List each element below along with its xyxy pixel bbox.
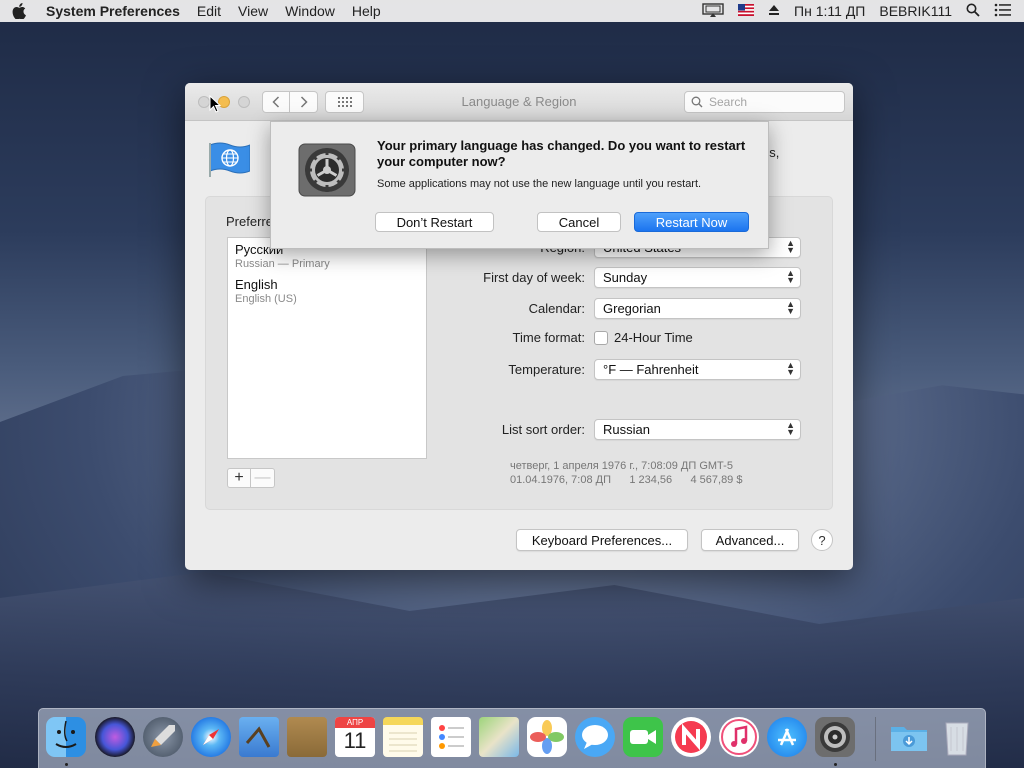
restart-sheet-dialog: Your primary language has changed. Do yo…: [270, 121, 769, 249]
language-region-flag-icon: [208, 141, 251, 177]
list-sort-order-popup[interactable]: Russian ▲ ▼: [594, 419, 801, 440]
us-flag-input-icon[interactable]: [738, 3, 755, 19]
photos-icon[interactable]: [527, 717, 567, 757]
menu-user[interactable]: BEBRIK111: [879, 3, 952, 19]
contacts-icon[interactable]: [287, 717, 327, 757]
calendar-month: АПР: [335, 717, 375, 728]
music-icon[interactable]: [719, 717, 759, 757]
preferred-languages-list[interactable]: Русский Russian — Primary English Englis…: [227, 237, 427, 459]
language-item-english[interactable]: English English (US): [228, 273, 426, 308]
time-format-row: Time format: 24-Hour Time: [443, 330, 693, 345]
keyboard-preferences-button[interactable]: Keyboard Preferences...: [516, 529, 688, 551]
mail-icon[interactable]: [239, 717, 279, 757]
dock: АПР 11: [38, 708, 986, 768]
menu-app-name[interactable]: System Preferences: [46, 3, 180, 19]
facetime-icon[interactable]: [623, 717, 663, 757]
dont-restart-button[interactable]: Don’t Restart: [375, 212, 494, 232]
help-button[interactable]: ?: [811, 529, 833, 551]
safari-icon[interactable]: [191, 717, 231, 757]
menu-clock[interactable]: Пн 1:11 ДП: [794, 3, 865, 19]
menu-window[interactable]: Window: [285, 3, 335, 19]
first-day-label: First day of week:: [483, 270, 585, 285]
menu-edit[interactable]: Edit: [197, 3, 221, 19]
updown-chevron-icon: ▲ ▼: [786, 299, 795, 316]
sheet-message: Some applications may not use the new la…: [377, 178, 702, 190]
spotlight-search-icon[interactable]: [966, 3, 980, 20]
app-store-icon[interactable]: [767, 717, 807, 757]
dock-separator: [875, 717, 876, 761]
24-hour-time-checkbox[interactable]: [594, 330, 608, 345]
temperature-row: Temperature: °F — Fahrenheit ▲ ▼: [443, 359, 801, 380]
menu-help[interactable]: Help: [352, 3, 381, 19]
calendar-value: Gregorian: [603, 301, 661, 316]
system-preferences-icon[interactable]: [815, 717, 855, 757]
search-field[interactable]: [684, 91, 845, 113]
remove-language-button[interactable]: —: [251, 468, 275, 488]
finder-running-indicator: [65, 763, 68, 766]
calendar-label: Calendar:: [528, 301, 585, 316]
first-day-value: Sunday: [603, 270, 648, 285]
temperature-value: °F — Fahrenheit: [603, 362, 699, 377]
list-sort-order-label: List sort order:: [501, 422, 585, 437]
calendar-popup[interactable]: Gregorian ▲ ▼: [594, 298, 801, 319]
menu-view[interactable]: View: [238, 3, 268, 19]
menu-bar: System Preferences Edit View Window Help…: [0, 0, 1024, 22]
temperature-label: Temperature:: [508, 362, 585, 377]
siri-icon[interactable]: [95, 717, 135, 757]
language-subtitle: English (US): [235, 293, 297, 305]
messages-icon[interactable]: [575, 717, 615, 757]
advanced-button[interactable]: Advanced...: [701, 529, 799, 551]
language-name: English: [235, 277, 278, 292]
launchpad-icon[interactable]: [143, 717, 183, 757]
time-format-label: Time format:: [512, 330, 585, 345]
format-example-numbers: 01.04.1976, 7:08 ДП 1 234,56 4 567,89 $: [510, 474, 743, 486]
first-day-row: First day of week: Sunday ▲ ▼: [443, 267, 801, 288]
title-bar: Language & Region: [185, 83, 853, 121]
eject-icon[interactable]: [768, 3, 780, 19]
notes-icon[interactable]: [383, 717, 423, 757]
reminders-icon[interactable]: [431, 717, 471, 757]
mouse-cursor-icon: [209, 95, 221, 113]
list-sort-order-value: Russian: [603, 422, 650, 437]
sheet-title: Your primary language has changed. Do yo…: [377, 138, 746, 169]
news-icon[interactable]: [671, 717, 711, 757]
downloads-folder-icon[interactable]: [889, 717, 929, 757]
updown-chevron-icon: ▲ ▼: [786, 238, 795, 255]
updown-chevron-icon: ▲ ▼: [786, 420, 795, 437]
restart-now-button[interactable]: Restart Now: [634, 212, 749, 232]
calendar-row: Calendar: Gregorian ▲ ▼: [443, 298, 801, 319]
preferred-languages-label: Preferre: [226, 214, 273, 229]
calendar-icon[interactable]: АПР 11: [335, 717, 375, 757]
system-preferences-running-indicator: [834, 763, 837, 766]
list-sort-order-row: List sort order: Russian ▲ ▼: [443, 419, 801, 440]
search-input[interactable]: [709, 95, 829, 109]
add-language-button[interactable]: +: [227, 468, 251, 488]
maps-icon[interactable]: [479, 717, 519, 757]
updown-chevron-icon: ▲ ▼: [786, 360, 795, 377]
search-icon: [691, 96, 703, 108]
system-preferences-gear-icon: [298, 143, 356, 197]
notification-center-icon[interactable]: [994, 3, 1012, 20]
airplay-display-icon[interactable]: [702, 2, 724, 20]
temperature-popup[interactable]: °F — Fahrenheit ▲ ▼: [594, 359, 801, 380]
trash-icon[interactable]: [937, 717, 977, 757]
24-hour-time-label[interactable]: 24-Hour Time: [614, 330, 693, 345]
cancel-button[interactable]: Cancel: [537, 212, 621, 232]
apple-menu-icon[interactable]: [12, 3, 28, 19]
updown-chevron-icon: ▲ ▼: [786, 268, 795, 285]
first-day-popup[interactable]: Sunday ▲ ▼: [594, 267, 801, 288]
language-subtitle: Russian — Primary: [235, 258, 330, 270]
format-example-date: четверг, 1 апреля 1976 г., 7:08:09 ДП GM…: [510, 460, 733, 472]
format-example: четверг, 1 апреля 1976 г., 7:08:09 ДП GM…: [510, 459, 742, 487]
calendar-day: 11: [343, 728, 367, 753]
finder-icon[interactable]: [46, 717, 86, 757]
